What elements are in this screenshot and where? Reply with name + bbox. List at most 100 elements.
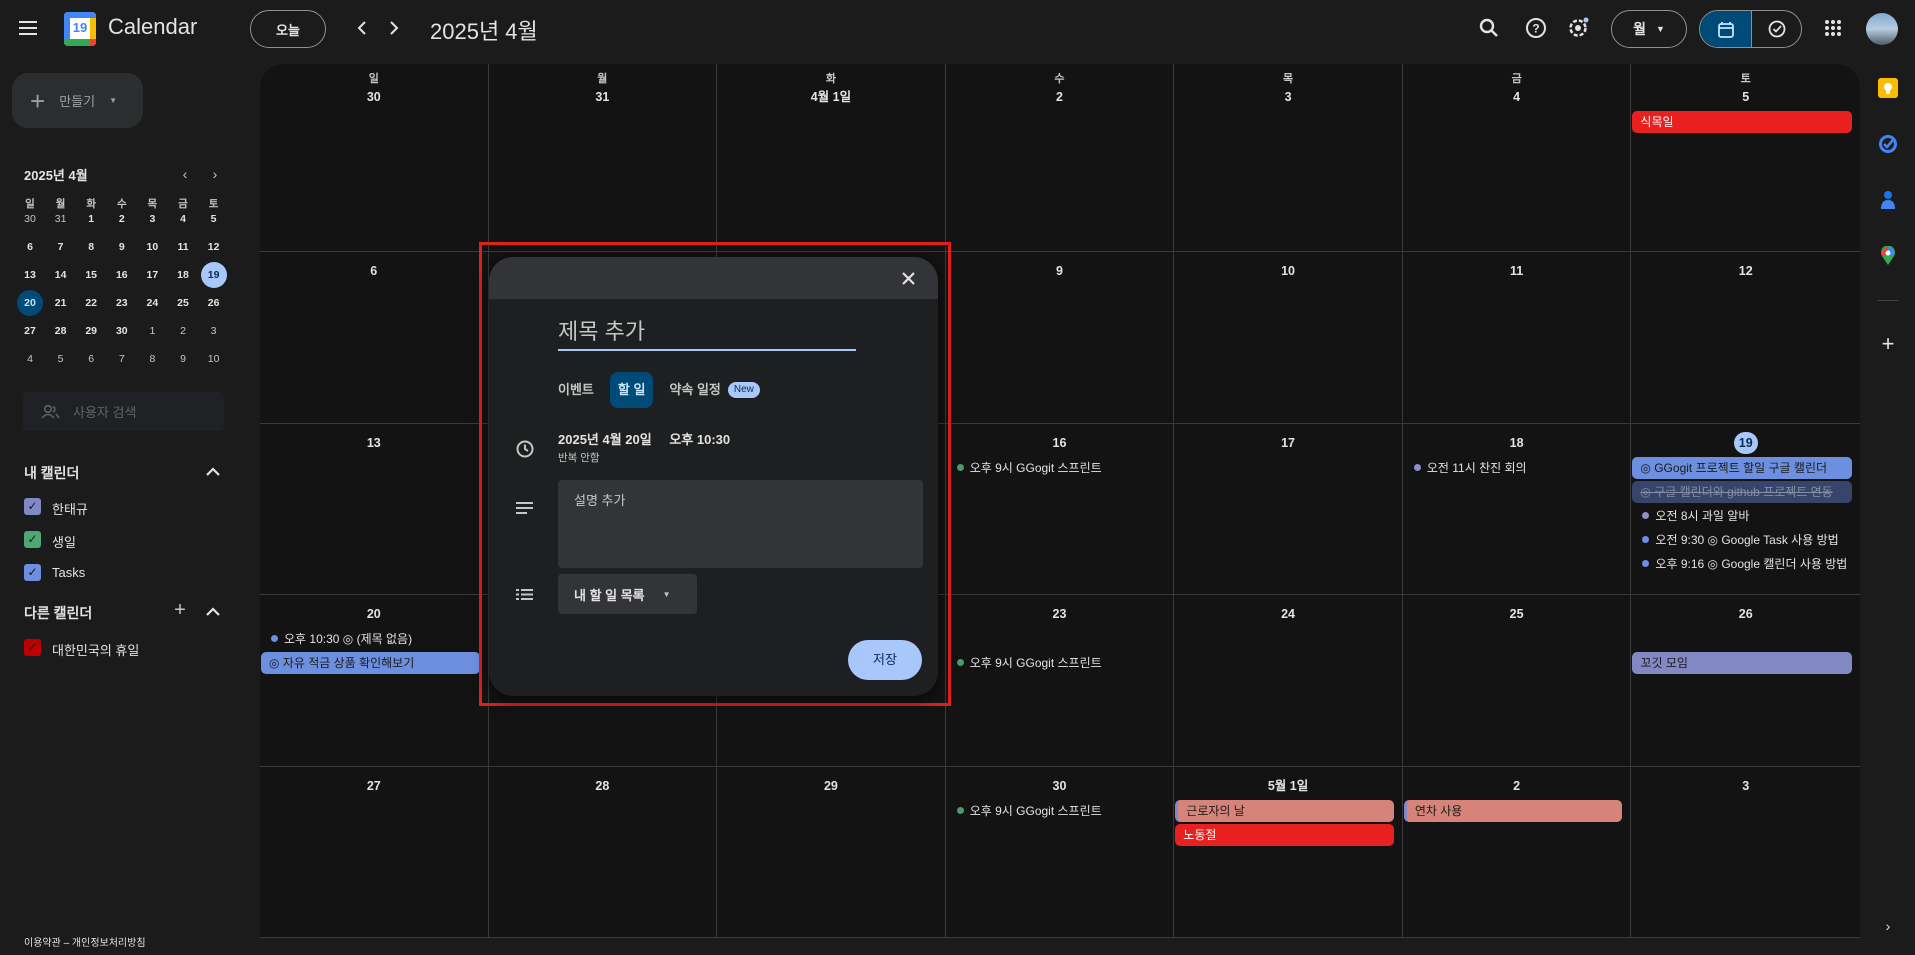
day-cell[interactable]: 6 bbox=[260, 252, 489, 424]
day-cell[interactable]: 17 bbox=[1174, 423, 1403, 595]
event-chip[interactable]: ◎ GGogit 프로젝트 할일 구글 캘린더 bbox=[1632, 456, 1852, 479]
mini-day[interactable]: 2 bbox=[109, 206, 135, 232]
date-number[interactable]: 17 bbox=[1276, 432, 1300, 454]
get-addons-button[interactable]: + bbox=[1876, 331, 1900, 356]
event-chip[interactable]: ◎ 자유 적금 상품 확인해보기 bbox=[261, 652, 480, 674]
contacts-button[interactable] bbox=[1876, 188, 1900, 212]
people-search[interactable]: 사용자 검색 bbox=[23, 392, 224, 431]
day-cell[interactable]: 19 ◎ GGogit 프로젝트 할일 구글 캘린더 ◎ 구글 캘린더와 githu… bbox=[1631, 424, 1860, 595]
day-cell[interactable]: 23 오후 9시 GGogit 스프린트 bbox=[945, 595, 1175, 767]
timed-event[interactable]: 오후 9시 GGogit 스프린트 bbox=[947, 652, 1166, 674]
prev-period-button[interactable] bbox=[348, 14, 376, 42]
dialog-drag-handle[interactable] bbox=[489, 257, 938, 299]
add-calendar-button[interactable]: + bbox=[170, 599, 190, 621]
date-number[interactable]: 25 bbox=[1505, 603, 1529, 625]
tab-appointment[interactable]: 약속 일정 New bbox=[661, 372, 767, 408]
mini-day[interactable]: 30 bbox=[17, 206, 43, 232]
date-number[interactable]: 27 bbox=[362, 775, 386, 797]
day-cell[interactable]: 13 bbox=[260, 423, 489, 595]
other-calendars-title[interactable]: 다른 캘린더 bbox=[24, 603, 92, 623]
mini-day[interactable]: 21 bbox=[48, 290, 74, 316]
day-cell[interactable]: 26 꼬깃 모임 bbox=[1631, 595, 1860, 767]
day-cell[interactable]: 25 bbox=[1402, 595, 1632, 767]
calendar-checkbox[interactable]: ✓ bbox=[24, 639, 41, 656]
day-cell[interactable]: 30 오후 9시 GGogit 스프린트 bbox=[945, 766, 1175, 938]
mini-day[interactable]: 20 bbox=[17, 290, 43, 316]
mini-day[interactable]: 29 bbox=[78, 318, 104, 344]
date-number[interactable]: 4월 1일 bbox=[717, 86, 945, 108]
event-chip[interactable]: 연차 사용 bbox=[1403, 799, 1623, 822]
mini-day[interactable]: 18 bbox=[170, 262, 196, 288]
day-cell[interactable]: 20 오후 10:30 ◎ (제목 없음) ◎ 자유 적금 상품 확인해보기 bbox=[260, 595, 489, 767]
timed-event[interactable]: 오전 11시 찬진 회의 bbox=[1404, 457, 1623, 479]
date-number[interactable]: 6 bbox=[362, 260, 386, 282]
mini-day[interactable]: 13 bbox=[17, 262, 43, 288]
title-input[interactable]: 제목 추가 bbox=[558, 317, 856, 351]
day-cell[interactable]: 27 bbox=[260, 766, 489, 938]
mini-day[interactable]: 12 bbox=[201, 234, 227, 260]
collapse-my-calendars[interactable] bbox=[203, 462, 223, 480]
day-cell[interactable]: 16 오후 9시 GGogit 스프린트 bbox=[945, 423, 1175, 595]
mini-day[interactable]: 25 bbox=[170, 290, 196, 316]
collapse-other-calendars[interactable] bbox=[203, 602, 223, 620]
date-number[interactable]: 23 bbox=[1047, 603, 1071, 625]
calendar-logo[interactable]: 19 bbox=[64, 12, 96, 46]
day-cell[interactable]: 일 30 bbox=[260, 64, 489, 252]
date-number[interactable]: 4 bbox=[1505, 86, 1529, 108]
mini-day[interactable]: 10 bbox=[201, 346, 227, 372]
mini-day[interactable]: 1 bbox=[139, 318, 165, 344]
help-button[interactable]: ? bbox=[1520, 12, 1552, 44]
day-cell[interactable]: 11 bbox=[1402, 252, 1632, 424]
mini-day[interactable]: 5 bbox=[48, 346, 74, 372]
calendar-list-item[interactable]: ✓ Tasks bbox=[24, 563, 204, 583]
timed-event[interactable]: 오후 10:30 ◎ (제목 없음) bbox=[261, 628, 480, 650]
date-number[interactable]: 5월 1일 bbox=[1174, 775, 1402, 797]
mini-day[interactable]: 3 bbox=[201, 318, 227, 344]
day-cell[interactable]: 화 4월 1일 bbox=[717, 64, 946, 252]
mini-day[interactable]: 3 bbox=[139, 206, 165, 232]
day-cell[interactable]: 금4 bbox=[1402, 64, 1632, 252]
mini-next-button[interactable]: › bbox=[205, 164, 225, 184]
calendar-list-item[interactable]: ✓ 생일 bbox=[24, 530, 204, 550]
day-cell[interactable]: 월 31 bbox=[488, 64, 718, 252]
date-number[interactable]: 30 bbox=[1047, 775, 1071, 797]
date-number[interactable]: 12 bbox=[1734, 260, 1758, 282]
mini-day[interactable]: 28 bbox=[48, 318, 74, 344]
view-select[interactable]: 월 ▼ bbox=[1611, 10, 1687, 48]
mini-day[interactable]: 4 bbox=[170, 206, 196, 232]
datetime-button[interactable]: 2025년 4월 20일 오후 10:30 bbox=[558, 429, 730, 448]
timed-event[interactable]: 오후 9시 GGogit 스프린트 bbox=[947, 800, 1166, 822]
tab-event[interactable]: 이벤트 bbox=[550, 372, 602, 408]
mini-day[interactable]: 8 bbox=[78, 234, 104, 260]
event-chip[interactable]: ◎ 구글 캘린더와 github 프로젝트 연동 bbox=[1632, 480, 1852, 503]
day-cell[interactable]: 10 bbox=[1174, 252, 1403, 424]
mini-day[interactable]: 5 bbox=[201, 206, 227, 232]
mini-day[interactable]: 26 bbox=[201, 290, 227, 316]
calendar-list-item[interactable]: ✓ 대한민국의 휴일 bbox=[24, 638, 204, 658]
timed-event[interactable]: 오전 9:30 ◎ Google Task 사용 방법 bbox=[1632, 529, 1852, 551]
mini-day[interactable]: 27 bbox=[17, 318, 43, 344]
mini-day[interactable]: 1 bbox=[78, 206, 104, 232]
tab-task[interactable]: 할 일 bbox=[609, 372, 654, 408]
mini-day[interactable]: 6 bbox=[78, 346, 104, 372]
settings-button[interactable] bbox=[1562, 12, 1594, 44]
calendar-list-item[interactable]: ✓ 한태규 bbox=[24, 497, 204, 517]
calendar-checkbox[interactable]: ✓ bbox=[24, 498, 41, 515]
date-number[interactable]: 31 bbox=[590, 86, 614, 108]
mini-day[interactable]: 2 bbox=[170, 318, 196, 344]
day-cell[interactable]: 28 bbox=[488, 766, 718, 938]
event-chip[interactable]: 근로자의 날 bbox=[1175, 799, 1394, 822]
mini-day[interactable]: 7 bbox=[109, 346, 135, 372]
mini-day[interactable]: 10 bbox=[139, 234, 165, 260]
tasks-app-button[interactable] bbox=[1876, 132, 1900, 156]
date-number[interactable]: 29 bbox=[819, 775, 843, 797]
calendar-view-button[interactable] bbox=[1700, 11, 1752, 47]
day-cell[interactable]: 24 bbox=[1174, 595, 1403, 767]
mini-day[interactable]: 30 bbox=[109, 318, 135, 344]
day-cell[interactable]: 3 bbox=[1631, 767, 1860, 938]
mini-day[interactable]: 24 bbox=[139, 290, 165, 316]
day-cell[interactable]: 수2 bbox=[945, 64, 1175, 252]
date-number[interactable]: 19 bbox=[1733, 431, 1758, 454]
day-cell[interactable]: 12 bbox=[1631, 252, 1860, 424]
task-list-select[interactable]: 내 할 일 목록 ▼ bbox=[558, 574, 697, 614]
